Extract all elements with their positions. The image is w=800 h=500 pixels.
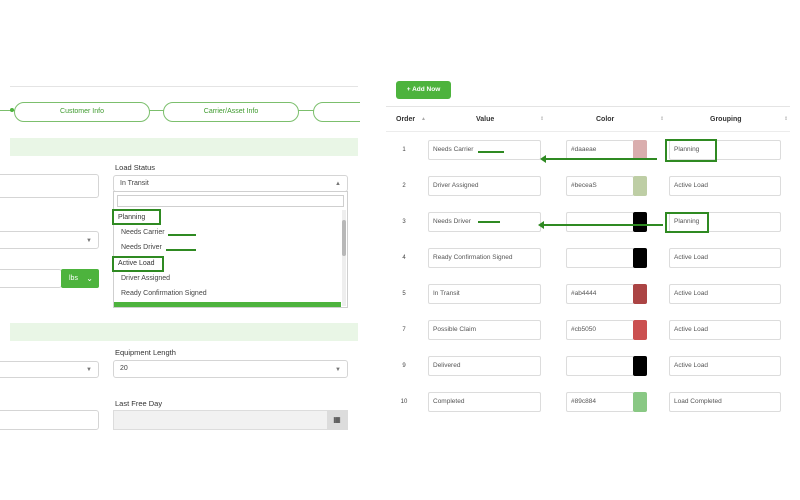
arrow-head-icon [538,221,544,229]
row-value-input[interactable]: Delivered [428,356,541,376]
row-value-input[interactable]: Needs Carrier [428,140,541,160]
section-header-band [10,138,358,156]
unit-label: lbs [69,275,78,282]
dropdown-option[interactable]: Ready Confirmation Signed [121,290,207,297]
chevron-up-icon: ▲ [335,181,341,187]
row-value-input[interactable]: Ready Confirmation Signed [428,248,541,268]
dropdown-scroll-thumb[interactable] [342,220,346,256]
step-customer-info[interactable]: Customer Info [14,102,150,122]
annotation-arrow-line [543,224,663,226]
dropdown-selected-option[interactable] [114,302,341,307]
arrow-head-icon [540,155,546,163]
divider [10,86,358,87]
equipment-length-select[interactable]: 20 ▼ [113,360,348,378]
row-order: 9 [402,363,406,369]
row-color-input[interactable] [566,212,634,232]
chevron-down-icon: ⌄ [86,274,93,283]
equipment-length-label: Equipment Length [115,348,176,357]
text-field[interactable] [0,410,99,430]
row-order: 1 [402,147,406,153]
load-status-select[interactable]: In Transit ▲ [113,175,348,192]
row-grouping-input[interactable]: Load Completed [669,392,781,412]
row-grouping-input[interactable]: Active Load [669,176,781,196]
dropdown-option[interactable]: Needs Carrier [121,229,165,236]
last-free-day-label: Last Free Day [115,399,163,408]
load-status-value: In Transit [120,180,149,187]
color-swatch[interactable] [633,284,647,304]
annotation-underline [478,221,500,223]
weight-input[interactable] [0,269,62,288]
annotation-underline [478,151,504,153]
column-header-grouping[interactable]: Grouping [710,116,742,123]
textarea-field[interactable] [0,174,99,198]
row-color-input[interactable]: #cb5050 [566,320,634,340]
select-field[interactable]: ▼ [0,231,99,249]
equipment-length-value: 20 [120,365,128,372]
sort-icon[interactable]: ⇕ [660,116,664,122]
row-color-input[interactable]: #ab4444 [566,284,634,304]
dropdown-search-input[interactable] [117,195,344,207]
annotation-arrow-line [545,158,657,160]
chevron-down-icon: ▼ [335,367,341,373]
color-swatch[interactable] [633,176,647,196]
calendar-icon[interactable]: ▦ [327,411,347,429]
row-order: 10 [400,399,408,405]
annotation-highlight-active-load [112,256,164,272]
column-header-value[interactable]: Value [476,116,494,123]
row-color-input[interactable]: #89c884 [566,392,634,412]
sort-icon[interactable]: ⇕ [784,116,788,122]
row-value-input[interactable]: Driver Assigned [428,176,541,196]
annotation-underline [168,234,196,236]
row-color-input[interactable]: #beceaS [566,176,634,196]
row-order: 3 [402,219,406,225]
chevron-down-icon: ▼ [86,238,92,244]
annotation-underline [166,249,196,251]
row-order: 5 [402,291,406,297]
row-grouping-input[interactable]: Active Load [669,320,781,340]
color-swatch[interactable] [633,212,647,232]
section-header-band [10,323,358,341]
column-header-color[interactable]: Color [596,116,614,123]
color-swatch[interactable] [633,248,647,268]
color-swatch[interactable] [633,356,647,376]
step-next[interactable] [313,102,360,122]
select-field[interactable]: ▼ [0,361,99,378]
annotation-highlight-grouping [665,212,709,233]
column-header-order[interactable]: Order [396,116,415,123]
row-color-input[interactable] [566,248,634,268]
row-color-input[interactable]: #daaeae [566,140,634,160]
row-grouping-input[interactable]: Active Load [669,248,781,268]
unit-select-button[interactable]: lbs ⌄ [61,269,99,288]
row-value-input[interactable]: Possible Claim [428,320,541,340]
color-swatch[interactable] [633,140,647,160]
load-status-label: Load Status [115,163,156,172]
row-value-input[interactable]: Completed [428,392,541,412]
add-now-button[interactable]: + Add Now [396,81,451,99]
chevron-down-icon: ▼ [86,367,92,373]
divider [386,131,790,132]
sort-asc-icon[interactable]: ▲ [421,116,426,122]
row-value-input[interactable]: In Transit [428,284,541,304]
last-free-day-input[interactable]: ▦ [113,410,348,430]
row-order: 4 [402,255,406,261]
row-order: 2 [402,183,406,189]
sort-icon[interactable]: ⇕ [540,116,544,122]
dropdown-option[interactable]: Driver Assigned [121,275,170,282]
annotation-highlight-grouping [665,139,717,162]
row-order: 7 [402,327,406,333]
color-swatch[interactable] [633,320,647,340]
load-form-panel: Customer Info Carrier/Asset Info Load St… [0,0,360,500]
row-grouping-input[interactable]: Active Load [669,356,781,376]
row-grouping-input[interactable]: Active Load [669,284,781,304]
annotation-highlight-planning [112,209,161,225]
step-carrier-asset-info[interactable]: Carrier/Asset Info [163,102,299,122]
row-color-input[interactable] [566,356,634,376]
dropdown-option[interactable]: Needs Driver [121,244,162,251]
color-swatch[interactable] [633,392,647,412]
divider [386,106,790,107]
